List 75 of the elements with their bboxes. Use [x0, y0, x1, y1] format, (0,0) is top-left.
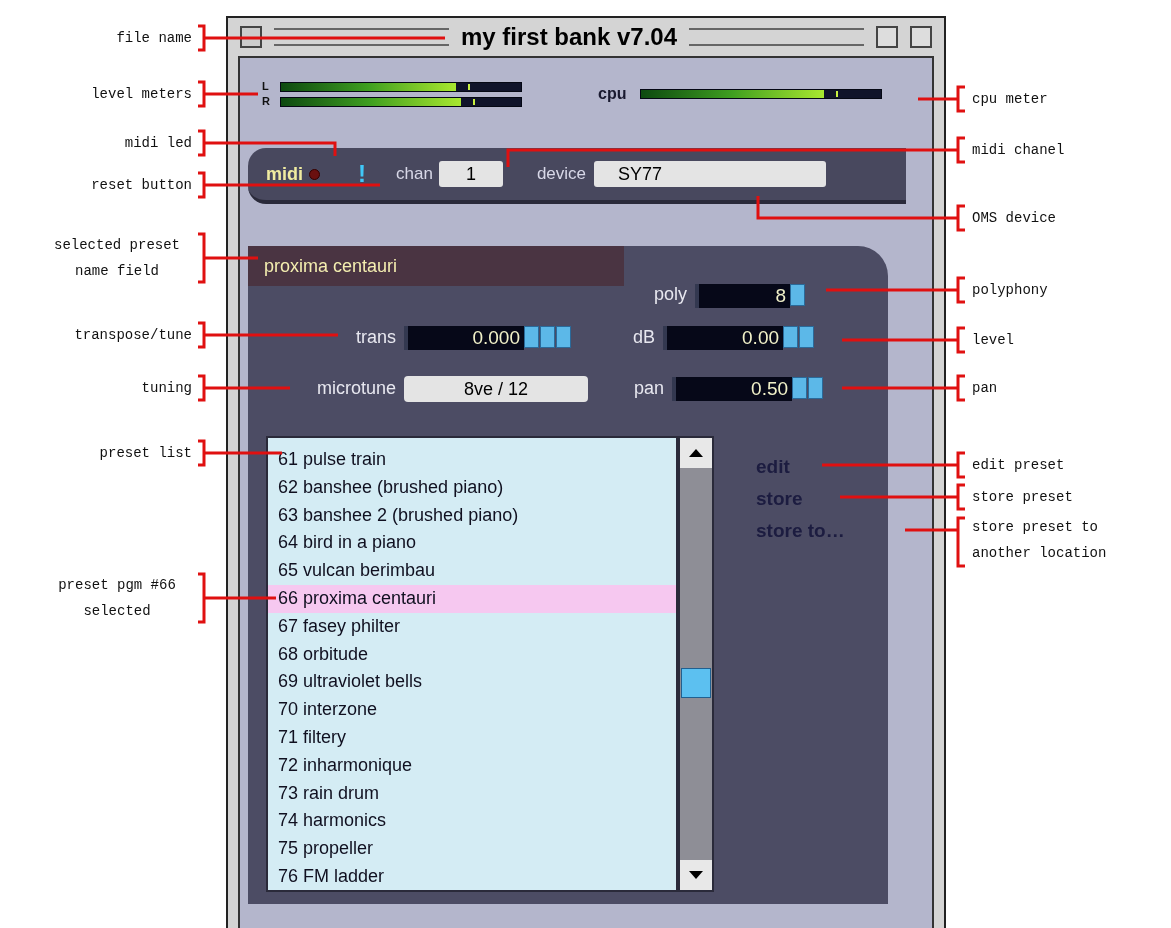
preset-list-item[interactable]: 69 ultraviolet bells: [268, 668, 676, 697]
preset-list-item[interactable]: 70 interzone: [268, 696, 676, 724]
callout-label: tuning: [140, 379, 192, 398]
trans-label: trans: [355, 326, 396, 349]
preset-list-item[interactable]: 72 inharmonique: [268, 751, 676, 780]
preset-list-item[interactable]: 76 FM ladder: [268, 862, 676, 890]
callout-label: cpu meter: [972, 90, 1049, 109]
callout-label: midi led: [123, 134, 192, 153]
callout-label: level: [972, 331, 1015, 350]
callout-label: preset list: [98, 444, 192, 463]
window-title: my first bank v7.04: [460, 22, 678, 52]
scroll-bar[interactable]: [678, 436, 714, 892]
stepper-button[interactable]: [799, 325, 815, 348]
preset-list-item[interactable]: 71 filtery: [268, 723, 676, 752]
number-field[interactable]: 8: [695, 284, 791, 308]
callout-label: store preset to another location: [972, 518, 1108, 563]
stepper-button[interactable]: [792, 376, 808, 399]
stepper-button[interactable]: [524, 325, 539, 348]
stepper-button[interactable]: [540, 325, 555, 348]
microtune-dropdown[interactable]: 8ve / 12: [404, 375, 588, 402]
scroll-down-icon[interactable]: [689, 871, 703, 879]
preset-list-item[interactable]: 66 proxima centauri: [268, 585, 676, 613]
leader-line: [916, 85, 967, 113]
chan-label: chan: [396, 163, 433, 186]
number-field[interactable]: 0.000: [404, 325, 524, 350]
callout-label: polyphony: [972, 281, 1049, 300]
channel-label: L: [262, 81, 270, 92]
preset-list-item[interactable]: 67 fasey philter: [268, 612, 676, 641]
preset-list-item[interactable]: 65 vulcan berimbau: [268, 557, 676, 585]
preset-list-item[interactable]: 73 rain drum: [268, 779, 676, 808]
preset-name-field[interactable]: proxima centauri: [248, 246, 624, 286]
close-box[interactable]: [240, 26, 262, 48]
pan-label: pan: [634, 377, 665, 400]
callout-label: store preset: [972, 488, 1074, 507]
zoom-box[interactable]: [876, 26, 898, 48]
reset-button[interactable]: !: [358, 156, 366, 192]
leader-line: [196, 232, 260, 284]
callout-label: edit preset: [972, 456, 1066, 475]
db-label: dB: [633, 326, 656, 349]
stepper-button[interactable]: [783, 325, 799, 348]
stepper-button[interactable]: [790, 284, 806, 306]
preset-list-item[interactable]: 74 harmonics: [268, 807, 676, 836]
chan-field[interactable]: 1: [438, 161, 503, 187]
poly-label: poly: [654, 283, 688, 306]
callout-label: level meters: [90, 85, 192, 104]
preset-list-item[interactable]: 63 banshee 2 (brushed piano): [268, 501, 676, 530]
cpu-label: cpu: [598, 84, 627, 104]
callout-label: transpose/tune: [73, 326, 192, 345]
preset-list-item[interactable]: 61 pulse train: [268, 446, 676, 474]
scroll-up-icon[interactable]: [689, 449, 703, 457]
stepper-button[interactable]: [556, 325, 571, 348]
leader-line: [196, 80, 260, 108]
scroll-thumb[interactable]: [681, 668, 711, 698]
collapse-box[interactable]: [910, 26, 932, 48]
callout-label: selected preset name field: [53, 236, 181, 281]
callout-label: pan: [972, 379, 999, 398]
callout-label: file name: [115, 29, 192, 48]
device-field[interactable]: SY77: [594, 161, 827, 187]
preset-list-item[interactable]: 62 banshee (brushed piano): [268, 473, 676, 502]
preset-list-item[interactable]: 64 bird in a piano: [268, 529, 676, 558]
microtune-label: microtune: [316, 377, 396, 400]
stepper-button[interactable]: [808, 376, 824, 399]
midi-label: midi: [266, 162, 303, 186]
number-field[interactable]: 0.50: [672, 376, 793, 401]
callout-label: reset button: [90, 176, 192, 195]
callout-label: midi chanel: [972, 141, 1066, 160]
number-field[interactable]: 0.00: [663, 325, 784, 350]
leader-line: [903, 516, 967, 568]
device-label: device: [536, 163, 587, 186]
preset-list-item[interactable]: 68 orbitude: [268, 640, 676, 669]
callout-label: OMS device: [972, 209, 1057, 228]
midi-led: [309, 168, 320, 180]
callout-label: preset pgm #66 selected: [57, 576, 177, 621]
channel-label: R: [262, 96, 271, 107]
preset-list-item[interactable]: 75 propeller: [268, 835, 676, 863]
